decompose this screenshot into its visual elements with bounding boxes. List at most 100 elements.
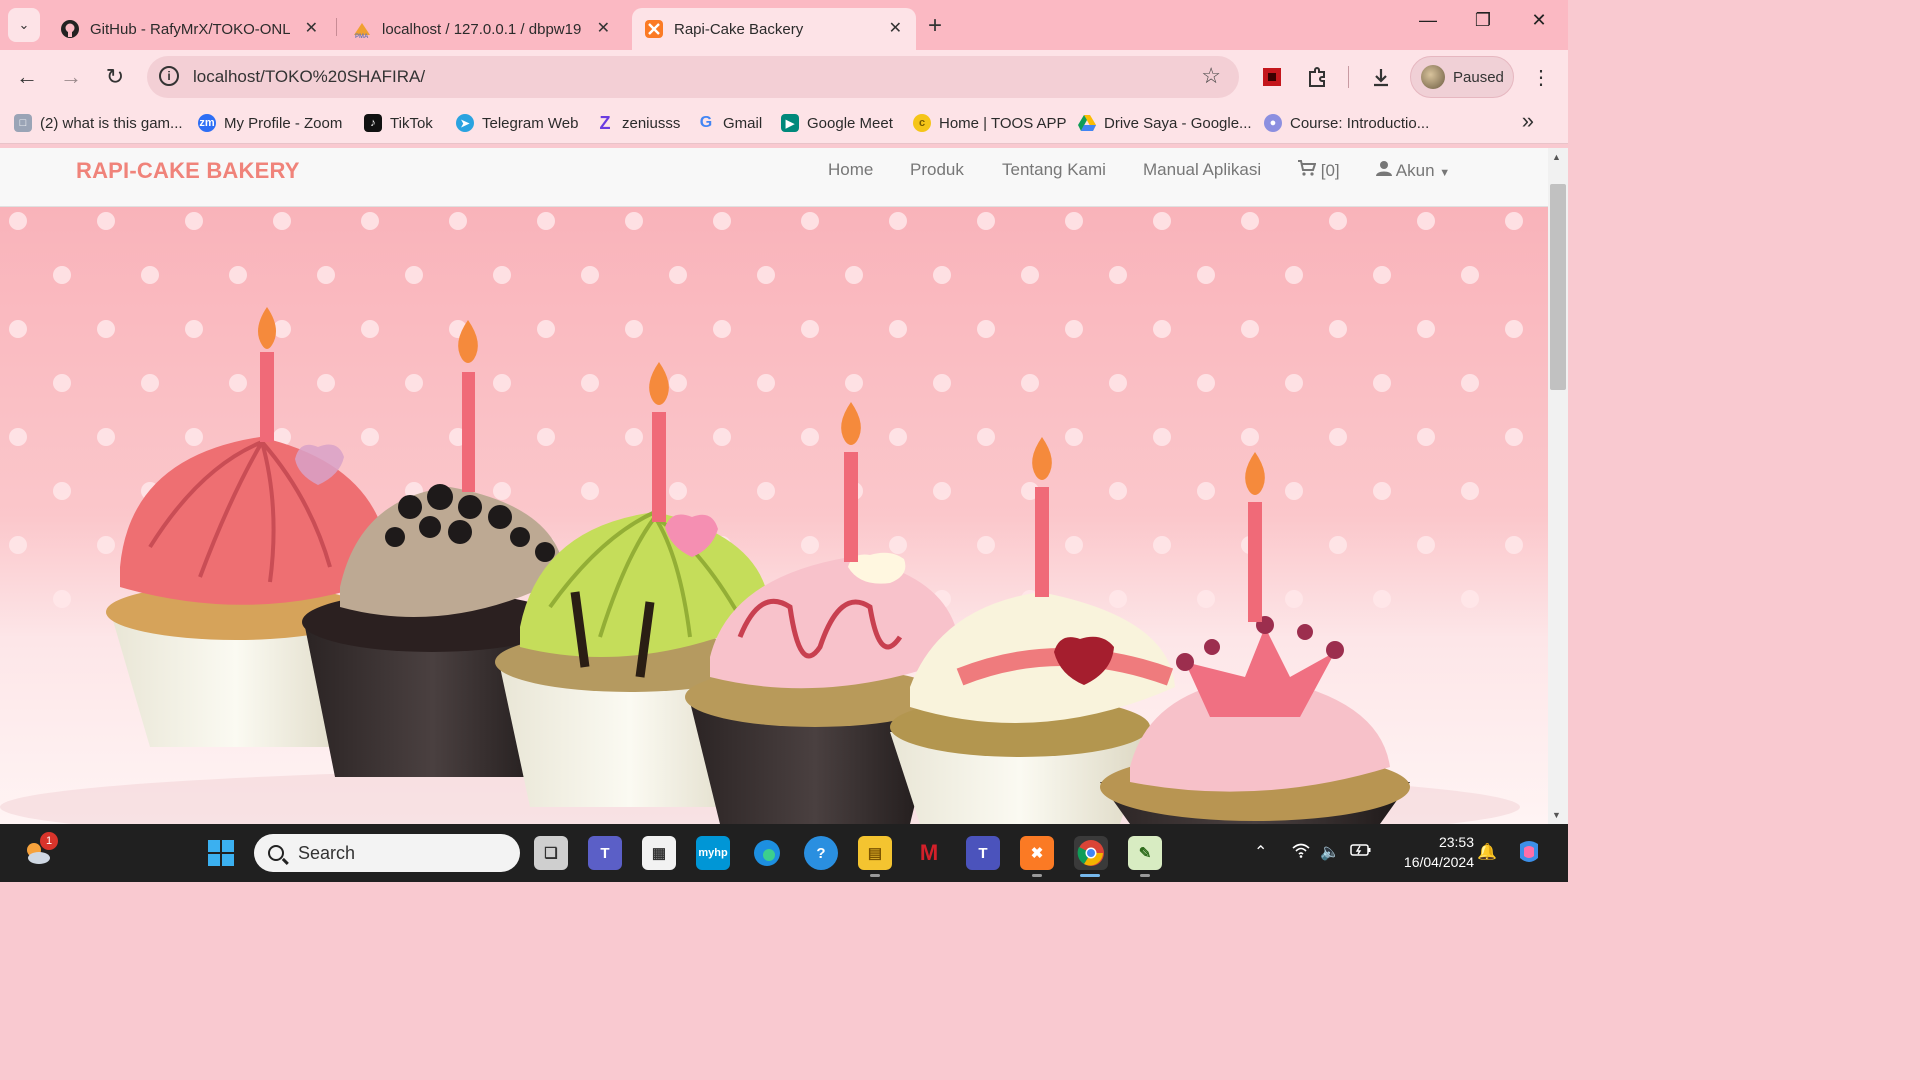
scroll-down-icon[interactable]: ▼: [1552, 810, 1561, 820]
myhp-icon[interactable]: myhp: [696, 836, 730, 870]
bookmark-item[interactable]: ● Course: Introductio...: [1264, 114, 1429, 132]
cupcakes-illustration: [0, 207, 1548, 824]
microsoft-store-icon[interactable]: ▦: [642, 836, 676, 870]
mcafee-icon[interactable]: M: [912, 836, 946, 870]
battery-icon[interactable]: [1350, 842, 1372, 863]
more-bookmarks-icon[interactable]: »: [1522, 108, 1534, 134]
task-view-icon[interactable]: ❏: [534, 836, 568, 870]
forward-icon[interactable]: →: [57, 64, 85, 90]
back-icon[interactable]: ←: [13, 64, 41, 90]
notepad-app-icon[interactable]: ✎: [1128, 836, 1162, 870]
system-clock[interactable]: 23:53 16/04/2024: [1384, 832, 1474, 872]
image-bookmark-icon: □: [14, 114, 32, 132]
running-indicator: [870, 874, 880, 877]
tab-title: localhost / 127.0.0.1 / dbpw192: [382, 20, 582, 38]
copilot-icon[interactable]: [1512, 836, 1546, 870]
course-icon: ●: [1264, 114, 1282, 132]
site-brand[interactable]: RAPI-CAKE BAKERY: [76, 158, 300, 184]
bookmark-item[interactable]: zm My Profile - Zoom: [198, 114, 342, 132]
close-window-icon[interactable]: ✕: [1524, 10, 1554, 31]
google-meet-icon: ▶: [781, 114, 799, 132]
running-indicator: [1032, 874, 1042, 877]
google-icon: G: [699, 114, 713, 131]
bookmark-item[interactable]: □ (2) what is this gam...: [14, 114, 183, 132]
reload-icon[interactable]: ↻: [101, 64, 129, 90]
nav-manual-aplikasi[interactable]: Manual Aplikasi: [1143, 160, 1261, 180]
nav-home[interactable]: Home: [828, 160, 873, 180]
edge-icon[interactable]: [750, 836, 784, 870]
notification-bell-icon[interactable]: 🔔: [1477, 842, 1497, 862]
extensions-puzzle-icon[interactable]: [1304, 64, 1330, 90]
bookmark-item[interactable]: G Gmail: [697, 114, 762, 132]
nav-akun-dropdown[interactable]: Akun ▼: [1376, 160, 1450, 181]
telegram-icon: ➤: [456, 114, 474, 132]
tab-divider: [336, 18, 337, 36]
tab-github[interactable]: GitHub - RafyMrX/TOKO-ONLIN ✕: [48, 8, 332, 50]
minimize-icon[interactable]: —: [1413, 10, 1443, 31]
bookmark-label: Home | TOOS APP: [939, 114, 1067, 132]
bookmark-label: Telegram Web: [482, 114, 579, 132]
url-text: localhost/TOKO%20SHAFIRA/: [193, 67, 426, 86]
chrome-icon[interactable]: [1074, 836, 1108, 870]
nav-tentang-kami[interactable]: Tentang Kami: [1002, 160, 1106, 180]
help-icon[interactable]: ?: [804, 836, 838, 870]
phpmyadmin-icon: PMA: [352, 19, 372, 39]
windows-taskbar: 1 Search ❏ T ▦ myhp ? ▤ M T ✖ ✎ ⌃ 🔈 23:5…: [0, 824, 1568, 882]
close-tab-icon[interactable]: ✕: [597, 18, 610, 38]
bookmark-label: Google Meet: [807, 114, 893, 132]
extension-red-icon[interactable]: [1259, 64, 1285, 90]
tab-phpmyadmin[interactable]: PMA localhost / 127.0.0.1 / dbpw192 ✕: [340, 8, 624, 50]
akun-label: Akun: [1395, 161, 1435, 180]
bookmark-item[interactable]: ➤ Telegram Web: [456, 114, 578, 132]
running-indicator: [1140, 874, 1150, 877]
cart-icon: [1298, 160, 1321, 180]
wifi-icon[interactable]: [1292, 842, 1310, 863]
start-windows-icon[interactable]: [204, 836, 238, 870]
scrollbar-thumb[interactable]: [1550, 184, 1566, 390]
browser-menu-icon[interactable]: ⋮: [1528, 64, 1554, 90]
profile-button[interactable]: Paused: [1410, 56, 1514, 98]
bookmark-item[interactable]: c Home | TOOS APP: [913, 114, 1067, 132]
bookmark-item[interactable]: Z zeniusss: [596, 113, 681, 133]
taskbar-search-box[interactable]: Search: [254, 834, 520, 872]
bookmark-item[interactable]: ▶ Google Meet: [781, 114, 893, 132]
address-bar[interactable]: i localhost/TOKO%20SHAFIRA/ ☆: [147, 56, 1239, 98]
nav-cart[interactable]: [0]: [1298, 160, 1340, 181]
bookmark-item[interactable]: ♪ TikTok: [364, 114, 433, 132]
github-icon: [60, 19, 80, 39]
google-drive-icon: [1078, 114, 1096, 132]
download-icon[interactable]: [1368, 64, 1394, 90]
scroll-up-icon[interactable]: ▲: [1552, 152, 1561, 162]
close-tab-icon[interactable]: ✕: [305, 18, 318, 38]
search-placeholder: Search: [298, 842, 356, 863]
page-scrollbar[interactable]: ▲ ▼: [1548, 148, 1568, 824]
toolbar-divider: [1348, 66, 1349, 88]
teams-work-icon[interactable]: T: [966, 836, 1000, 870]
site-info-icon[interactable]: i: [159, 66, 179, 86]
nav-produk[interactable]: Produk: [910, 160, 964, 180]
xampp-taskbar-icon[interactable]: ✖: [1020, 836, 1054, 870]
bookmark-star-icon[interactable]: ☆: [1201, 63, 1221, 89]
tab-title: GitHub - RafyMrX/TOKO-ONLIN: [90, 20, 290, 38]
site-navbar: RAPI-CAKE BAKERY Home Produk Tentang Kam…: [0, 148, 1548, 207]
restore-icon[interactable]: ❐: [1468, 10, 1498, 31]
bookmark-label: (2) what is this gam...: [40, 114, 183, 132]
toos-icon: c: [913, 114, 931, 132]
tab-search-button[interactable]: ⌄: [8, 8, 40, 42]
bookmark-label: My Profile - Zoom: [224, 114, 343, 132]
clock-time: 23:53: [1438, 834, 1474, 850]
tab-rapi-cake[interactable]: Rapi-Cake Backery ✕: [632, 8, 916, 50]
show-hidden-icons-icon[interactable]: ⌃: [1254, 842, 1267, 862]
volume-icon[interactable]: 🔈: [1320, 842, 1340, 862]
svg-text:PMA: PMA: [355, 34, 369, 39]
file-explorer-icon[interactable]: ▤: [858, 836, 892, 870]
bookmark-item[interactable]: Drive Saya - Google...: [1078, 114, 1252, 132]
active-indicator: [1080, 874, 1100, 877]
new-tab-button[interactable]: +: [928, 12, 942, 40]
weather-badge: 1: [40, 832, 58, 850]
tab-title: Rapi-Cake Backery: [674, 20, 804, 38]
teams-icon[interactable]: T: [588, 836, 622, 870]
chevron-down-icon: ⌄: [18, 17, 30, 32]
close-tab-icon[interactable]: ✕: [889, 18, 902, 38]
hero-cupcake-banner: [0, 207, 1548, 824]
